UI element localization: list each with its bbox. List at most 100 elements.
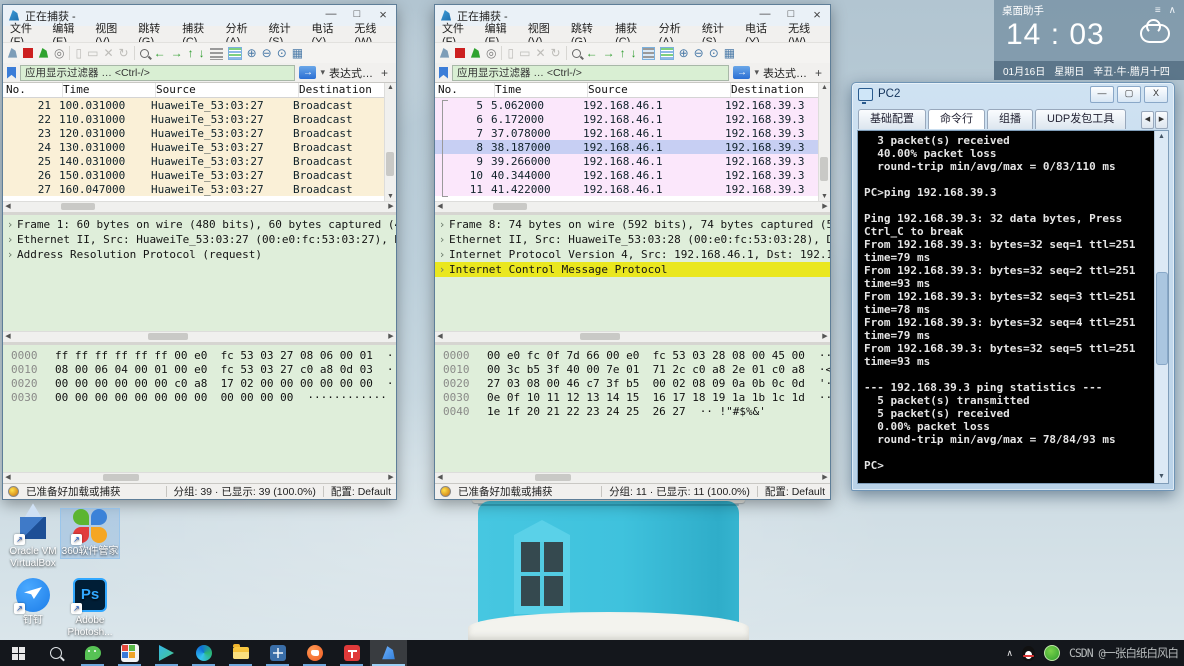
packet-row[interactable]: 27 160.047000 HuaweiTe_53:03:27 Broadcas… [3, 182, 385, 196]
tab[interactable]: UDP发包工具 [1035, 109, 1126, 129]
packet-list-vscrollbar[interactable]: ▲ ▼ [384, 83, 396, 202]
taskbar-app-grid[interactable] [111, 640, 148, 666]
expand-icon[interactable] [3, 248, 17, 261]
display-filter-input[interactable]: 应用显示过滤器 … <Ctrl-/> [452, 65, 729, 81]
title-bar[interactable]: PC2 — ▢ X [852, 83, 1174, 105]
taskbar-wechat[interactable] [74, 640, 111, 666]
packet-list-header[interactable]: No. Time Source Destination [3, 83, 385, 98]
go-back-icon[interactable]: ← [586, 47, 598, 59]
resize-columns-icon[interactable]: ▦ [724, 47, 735, 59]
find-packet-icon[interactable] [140, 49, 149, 58]
packet-row[interactable]: 5 5.062000 192.168.46.1 192.168.39.3 [435, 98, 819, 112]
detail-hscrollbar[interactable]: ◀ ▶ [3, 331, 396, 342]
desktop-icon-dingtalk[interactable]: ↗ 钉钉 [4, 578, 62, 627]
profile-label[interactable]: 配置: Default [765, 484, 825, 499]
hex-row[interactable]: 0020 27 03 08 00 46 c7 3f b5 00 02 08 09… [435, 377, 830, 391]
detail-row[interactable]: Frame 8: 74 bytes on wire (592 bits), 74… [435, 217, 830, 232]
expert-info-icon[interactable] [8, 486, 19, 497]
packet-row[interactable]: 11 41.422000 192.168.46.1 192.168.39.3 [435, 182, 819, 196]
expand-icon[interactable] [435, 248, 449, 261]
stop-capture-icon[interactable] [23, 48, 33, 58]
zoom-reset-icon[interactable]: ⊙ [709, 47, 719, 59]
packet-row[interactable]: 24 130.031000 HuaweiTe_53:03:27 Broadcas… [3, 140, 385, 154]
zoom-reset-icon[interactable]: ⊙ [277, 47, 287, 59]
display-filter-input[interactable]: 应用显示过滤器 … <Ctrl-/> [20, 65, 295, 81]
hex-row[interactable]: 0010 08 00 06 04 00 01 00 e0 fc 53 03 27… [3, 363, 396, 377]
colorize-icon[interactable] [660, 47, 674, 60]
packet-list-vscrollbar[interactable]: ▲ ▼ [818, 83, 830, 202]
packet-row[interactable]: 6 6.172000 192.168.46.1 192.168.39.3 [435, 112, 819, 126]
widget-collapse-icon[interactable]: ∧ [1169, 5, 1176, 16]
tab-right-arrow[interactable]: ▶ [1155, 111, 1168, 129]
apply-filter-button[interactable]: → [733, 66, 750, 79]
expression-button[interactable]: 表达式… [329, 65, 373, 81]
go-forward-icon[interactable]: → [603, 47, 615, 59]
terminal[interactable]: 3 packet(s) received 40.00% packet loss … [857, 130, 1169, 484]
capture-options-icon[interactable]: ◎ [54, 47, 64, 59]
zoom-out-icon[interactable]: ⊖ [262, 47, 272, 59]
taskbar-meeting-app[interactable] [296, 640, 333, 666]
close-file-icon[interactable]: ✕ [535, 47, 545, 59]
packet-row[interactable]: 26 150.031000 HuaweiTe_53:03:27 Broadcas… [3, 168, 385, 182]
capture-options-icon[interactable]: ◎ [486, 47, 496, 59]
zoom-in-icon[interactable]: ⊕ [247, 47, 257, 59]
hex-row[interactable]: 0000 00 e0 fc 0f 7d 66 00 e0 fc 53 03 28… [435, 349, 830, 363]
reload-file-icon[interactable]: ↻ [551, 47, 561, 59]
start-button[interactable] [0, 640, 37, 666]
zoom-out-icon[interactable]: ⊖ [694, 47, 704, 59]
restart-capture-icon[interactable] [470, 48, 481, 59]
packet-list-hscrollbar[interactable]: ◀ ▶ [435, 201, 830, 212]
resize-columns-icon[interactable]: ▦ [292, 47, 303, 59]
close-file-icon[interactable]: ✕ [103, 47, 113, 59]
add-filter-button[interactable]: + [811, 66, 826, 80]
scroll-left-arrow[interactable]: ◀ [435, 202, 445, 212]
hex-hscrollbar[interactable]: ◀ ▶ [435, 472, 830, 483]
colorize-icon[interactable] [228, 47, 242, 60]
auto-scroll-icon[interactable] [210, 47, 223, 60]
scroll-up-arrow[interactable]: ▲ [819, 83, 830, 93]
detail-hscrollbar[interactable]: ◀ ▶ [435, 331, 830, 342]
taskbar-ensp[interactable] [259, 640, 296, 666]
open-file-icon[interactable]: ▯ [507, 47, 514, 59]
hex-row[interactable]: 0040 1e 1f 20 21 22 23 24 25 26 27 ·· !"… [435, 405, 830, 419]
scroll-left-arrow[interactable]: ◀ [3, 202, 13, 212]
open-file-icon[interactable]: ▯ [75, 47, 82, 59]
detail-row[interactable]: Internet Protocol Version 4, Src: 192.16… [435, 247, 830, 262]
maximize-button[interactable]: ▢ [1117, 86, 1141, 103]
restart-capture-icon[interactable] [38, 48, 49, 59]
go-last-icon[interactable]: ↓ [199, 47, 205, 59]
auto-scroll-icon[interactable] [642, 47, 655, 60]
tray-expand-icon[interactable]: ∧ [1006, 648, 1013, 659]
packet-list-hscrollbar[interactable]: ◀ ▶ [3, 201, 396, 212]
tab-left-arrow[interactable]: ◀ [1141, 111, 1154, 129]
hex-hscrollbar[interactable]: ◀ ▶ [3, 472, 396, 483]
expand-icon[interactable] [3, 233, 17, 246]
filter-dropdown-caret[interactable]: ▾ [754, 67, 759, 78]
bookmark-icon[interactable] [7, 67, 16, 79]
packet-row[interactable]: 23 120.031000 HuaweiTe_53:03:27 Broadcas… [3, 126, 385, 140]
stop-capture-icon[interactable] [455, 48, 465, 58]
taskbar-edge[interactable] [185, 640, 222, 666]
taskbar-wireshark[interactable] [370, 640, 407, 666]
qq-tray-icon[interactable] [1022, 646, 1035, 661]
save-file-icon[interactable]: ▭ [87, 47, 98, 59]
taskbar-video-player[interactable] [148, 640, 185, 666]
detail-row[interactable]: Address Resolution Protocol (request) [3, 247, 396, 262]
packet-list-header[interactable]: No. Time Source Destination [435, 83, 819, 98]
packet-row[interactable]: 22 110.031000 HuaweiTe_53:03:27 Broadcas… [3, 112, 385, 126]
desktop-icon-360-manager[interactable]: ↗ 360软件管家 [61, 509, 119, 558]
tab[interactable]: 基础配置 [858, 109, 926, 129]
minimize-button[interactable]: — [1090, 86, 1114, 103]
add-filter-button[interactable]: + [377, 66, 392, 80]
hex-row[interactable]: 0030 00 00 00 00 00 00 00 00 00 00 00 00… [3, 391, 396, 405]
hex-row[interactable]: 0020 00 00 00 00 00 00 c0 a8 17 02 00 00… [3, 377, 396, 391]
hex-row[interactable]: 0010 00 3c b5 3f 40 00 7e 01 71 2c c0 a8… [435, 363, 830, 377]
packet-row[interactable]: 7 37.078000 192.168.46.1 192.168.39.3 [435, 126, 819, 140]
go-last-icon[interactable]: ↓ [631, 47, 637, 59]
go-first-icon[interactable]: ↑ [188, 47, 194, 59]
desktop-icon-virtualbox[interactable]: ↗ Oracle VM VirtualBox [4, 509, 62, 570]
tab[interactable]: 命令行 [928, 109, 985, 129]
taskbar-search-button[interactable] [37, 640, 74, 666]
packet-row[interactable]: 9 39.266000 192.168.46.1 192.168.39.3 [435, 154, 819, 168]
tab-scroll-arrows[interactable]: ◀ ▶ [1141, 111, 1168, 129]
